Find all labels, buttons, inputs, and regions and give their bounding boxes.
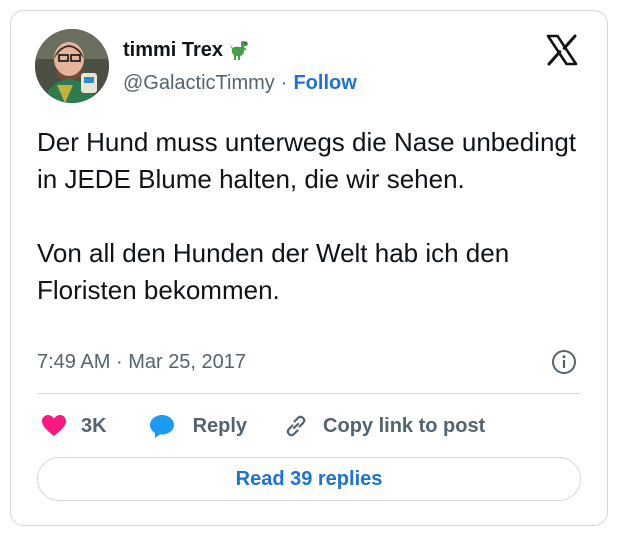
divider: [37, 393, 581, 394]
profile-photo-icon: [35, 29, 109, 103]
copy-link-label: Copy link to post: [323, 414, 486, 437]
action-bar: 3K Reply Copy link to post: [41, 409, 485, 443]
post-date: Mar 25, 2017: [128, 351, 247, 373]
link-icon: [286, 415, 306, 437]
display-name[interactable]: timmi Trex: [123, 38, 251, 62]
read-replies-button[interactable]: Read 39 replies: [37, 457, 581, 501]
tweet-card: timmi Trex @GalacticTimmy · Follow Der H…: [10, 10, 608, 526]
handle[interactable]: @GalacticTimmy: [123, 71, 275, 95]
info-icon[interactable]: [551, 349, 577, 375]
tweet-text: Der Hund muss unterwegs die Nase unbedin…: [37, 127, 577, 305]
like-button[interactable]: 3K: [41, 413, 107, 439]
speech-bubble-icon: [149, 415, 174, 438]
reply-label: Reply: [192, 414, 248, 437]
handle-row: @GalacticTimmy · Follow: [123, 71, 357, 95]
like-count: 3K: [81, 414, 107, 437]
separator-dot: ·: [115, 351, 123, 373]
follow-button[interactable]: Follow: [293, 71, 356, 95]
timestamp[interactable]: 7:49 AM · Mar 25, 2017: [37, 350, 246, 374]
heart-icon: [42, 415, 66, 436]
read-replies-label: Read 39 replies: [235, 467, 383, 490]
display-name-text: timmi Trex: [123, 39, 224, 61]
separator-dot: ·: [280, 72, 288, 94]
reply-button[interactable]: Reply: [149, 413, 247, 439]
dinosaur-emoji-icon: [230, 41, 249, 60]
x-logo-icon[interactable]: [545, 33, 579, 67]
post-time: 7:49 AM: [37, 351, 111, 373]
avatar[interactable]: [35, 29, 109, 103]
copy-link-button[interactable]: Copy link to post: [283, 413, 485, 439]
